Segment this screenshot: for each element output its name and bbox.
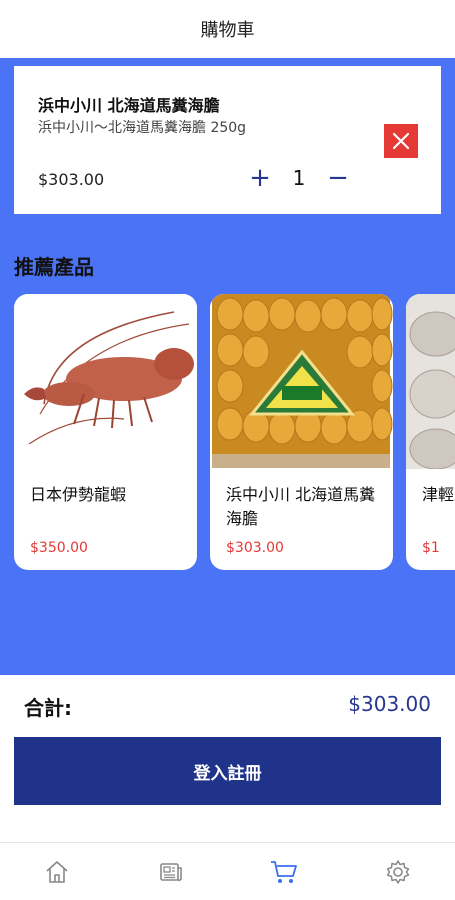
header-bar: 購物車 — [0, 0, 455, 58]
product-card-partial[interactable]: 津輕螺 $1 — [406, 294, 455, 570]
close-icon — [392, 132, 410, 150]
page-title: 購物車 — [200, 20, 255, 41]
news-icon — [159, 862, 182, 881]
lobster-image — [14, 294, 197, 469]
total-label: 合計: — [24, 696, 72, 720]
tab-news[interactable] — [141, 852, 201, 892]
product-card-lobster[interactable]: 日本伊勢龍蝦 $350.00 — [14, 294, 197, 570]
cart-item-price: $303.00 — [38, 170, 105, 189]
product-card-sea-urchin[interactable]: 浜中小川 北海道馬糞海膽 $303.00 — [210, 294, 393, 570]
sea-urchin-image — [210, 294, 393, 469]
tab-settings[interactable] — [368, 852, 428, 892]
cart-item-name: 浜中小川 北海道馬糞海膽 — [38, 96, 220, 115]
remove-item-button[interactable] — [384, 124, 418, 158]
product-price: $303.00 — [226, 540, 284, 556]
decrease-quantity-button[interactable]: − — [322, 162, 354, 194]
tab-home[interactable] — [27, 852, 87, 892]
product-price: $350.00 — [30, 540, 88, 556]
shellfish-image — [406, 294, 455, 469]
cart-content: 浜中小川 北海道馬糞海膽 浜中小川～北海道馬糞海膽 250g $303.00 +… — [0, 58, 455, 675]
settings-icon — [386, 859, 410, 884]
bottom-tab-bar — [0, 842, 455, 900]
increase-quantity-button[interactable]: + — [244, 162, 276, 194]
order-summary: 合計: $303.00 — [0, 675, 455, 735]
product-name: 日本伊勢龍蝦 — [30, 485, 127, 504]
tab-cart[interactable] — [254, 852, 314, 892]
total-amount: $303.00 — [348, 692, 431, 716]
home-icon — [46, 860, 68, 883]
cart-icon — [271, 860, 298, 883]
quantity-value: 1 — [292, 166, 306, 190]
quantity-stepper: + 1 − — [244, 162, 354, 194]
product-name: 津輕螺 — [422, 485, 455, 504]
login-register-button[interactable]: 登入註冊 — [14, 737, 441, 805]
recommended-section-title: 推薦產品 — [14, 255, 94, 279]
product-price: $1 — [422, 540, 440, 556]
cart-item-card: 浜中小川 北海道馬糞海膽 浜中小川～北海道馬糞海膽 250g $303.00 +… — [14, 66, 441, 214]
cart-item-description: 浜中小川～北海道馬糞海膽 250g — [38, 120, 247, 136]
product-name: 浜中小川 北海道馬糞海膽 — [226, 485, 376, 528]
